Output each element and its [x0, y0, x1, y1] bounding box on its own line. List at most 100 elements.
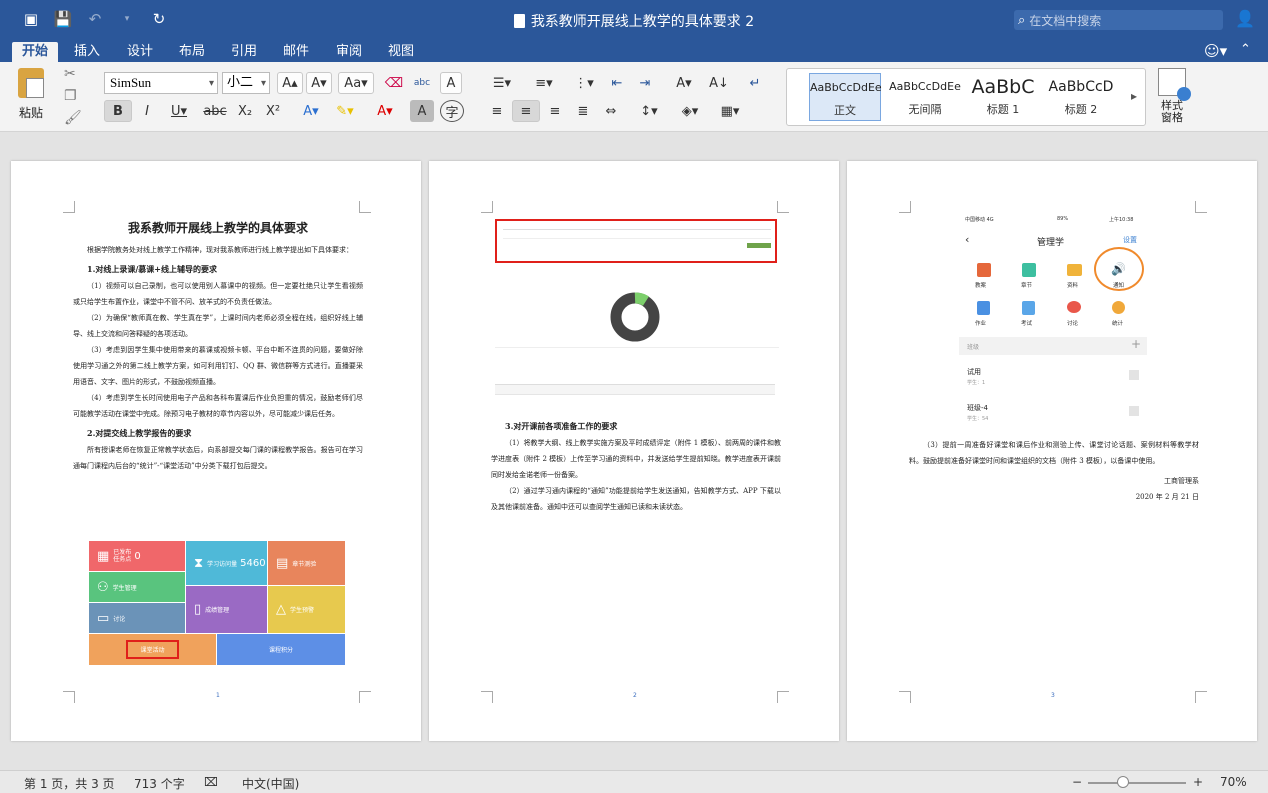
- decrease-indent-icon[interactable]: ⇤: [604, 72, 630, 94]
- style-normal[interactable]: AaBbCcDdEe 正文: [809, 73, 882, 121]
- underline-button[interactable]: U▾: [162, 100, 196, 122]
- zoom-out-icon[interactable]: −: [1072, 775, 1082, 789]
- multilevel-list-icon[interactable]: ⋮▾: [566, 72, 602, 94]
- paragraph: （3）提前一周准备好课堂和课后作业和测验上传、课堂讨论话题、案例材料等教学材料。…: [909, 441, 1199, 465]
- user-add-icon: ⚇: [97, 579, 109, 595]
- justify-icon[interactable]: ≣: [570, 100, 596, 122]
- language[interactable]: 中文(中国): [242, 775, 299, 792]
- zoom-slider[interactable]: [1088, 782, 1186, 784]
- highlight-icon[interactable]: ✎▾: [328, 100, 362, 122]
- sort-icon[interactable]: A↓: [704, 72, 734, 94]
- italic-button[interactable]: I: [134, 100, 160, 122]
- proofing-icon[interactable]: ⌧: [204, 775, 218, 789]
- bold-button[interactable]: B: [104, 100, 132, 122]
- page-2[interactable]: 3.对开课前各项准备工作的要求 （1）将教学大纲、线上教学实施方案及平时成绩评定…: [429, 161, 839, 741]
- style-sample: AaBbCcDdEe: [810, 81, 882, 94]
- tab-mailings[interactable]: 邮件: [273, 42, 319, 62]
- search-input[interactable]: ⌕ 在文档中搜索: [1014, 10, 1223, 30]
- tab-design[interactable]: 设计: [117, 42, 163, 62]
- search-placeholder: 在文档中搜索: [1029, 13, 1102, 28]
- cut-icon[interactable]: ✂: [64, 66, 82, 82]
- tile-value: 5460: [240, 557, 266, 569]
- enclose-character-icon[interactable]: 字: [440, 100, 464, 122]
- font-color-icon[interactable]: A▾: [368, 100, 402, 122]
- phonetic-guide-icon[interactable]: abc: [410, 72, 434, 94]
- character-shading-icon[interactable]: A: [410, 100, 434, 122]
- zoom-in-icon[interactable]: +: [1193, 775, 1203, 789]
- crop-mark: [359, 691, 371, 703]
- folder-icon: [1067, 264, 1082, 276]
- tab-review[interactable]: 审阅: [326, 42, 372, 62]
- style-heading-1[interactable]: AaBbC 标题 1: [967, 73, 1039, 121]
- font-size-select[interactable]: 小二: [222, 72, 270, 94]
- borders-icon[interactable]: ▦▾: [712, 100, 748, 122]
- zoom-slider-thumb[interactable]: [1117, 776, 1129, 788]
- grid-label: 讨论: [1067, 321, 1079, 327]
- copy-icon[interactable]: ❐: [64, 88, 82, 104]
- shrink-font-icon[interactable]: A▾: [306, 72, 332, 94]
- style-name: 无间隔: [908, 103, 942, 116]
- align-left-icon[interactable]: ≡: [484, 100, 510, 122]
- feedback-smile-icon[interactable]: ☺▾: [1204, 42, 1227, 60]
- bullets-icon[interactable]: ☰▾: [482, 72, 522, 94]
- page-1[interactable]: 我系教师开展线上教学的具体要求 根据学院教务处对线上教学工作精神，现对我系教师进…: [11, 161, 421, 741]
- text-effects-icon[interactable]: A▾: [296, 100, 326, 122]
- share-user-icon[interactable]: 👤: [1235, 9, 1255, 28]
- word-count[interactable]: 713 个字: [134, 775, 185, 792]
- styles-more-icon[interactable]: ▸: [1131, 89, 1137, 103]
- shading-icon[interactable]: ◈▾: [672, 100, 708, 122]
- strikethrough-button[interactable]: abc: [200, 100, 230, 122]
- collapse-ribbon-icon[interactable]: ⌃: [1240, 42, 1251, 57]
- tile-discussion: ▭ 讨论: [89, 603, 185, 633]
- paragraph: （1）视频可以自己录制，也可以使用别人慕课中的视频。但一定要杜绝只让学生看视频或…: [73, 282, 363, 306]
- tile-label: 已发布: [113, 549, 132, 556]
- tab-home[interactable]: 开始: [12, 42, 59, 62]
- clipboard-icon: ▯: [194, 602, 202, 617]
- change-case-icon[interactable]: Aa▾: [338, 72, 374, 94]
- paste-button[interactable]: 粘贴: [14, 68, 48, 124]
- grid-label: 统计: [1112, 321, 1124, 327]
- zoom-level[interactable]: 70%: [1220, 775, 1247, 789]
- crop-mark: [899, 201, 911, 213]
- style-heading-2[interactable]: AaBbCcD 标题 2: [1045, 73, 1117, 121]
- grid-label: 考试: [1021, 321, 1033, 327]
- style-no-spacing[interactable]: AaBbCcDdEe 无间隔: [889, 73, 961, 121]
- font-name-select[interactable]: SimSun: [104, 72, 218, 94]
- add-icon: +: [1131, 337, 1142, 351]
- styles-pane-button[interactable]: 样式 窗格: [1152, 68, 1192, 124]
- tile-label: 讨论: [113, 615, 126, 623]
- page-count[interactable]: 第 1 页，共 3 页: [24, 775, 115, 792]
- chapter-icon: [1022, 263, 1036, 277]
- tab-view[interactable]: 视图: [378, 42, 424, 62]
- clear-format-icon[interactable]: ⌫: [382, 72, 406, 94]
- align-right-icon[interactable]: ≡: [542, 100, 568, 122]
- align-center-icon[interactable]: ≡: [512, 100, 540, 122]
- asian-layout-icon[interactable]: A▾: [666, 72, 702, 94]
- style-name: 正文: [834, 104, 856, 117]
- superscript-button[interactable]: X²: [260, 100, 286, 122]
- page-3[interactable]: 中国移动 4G 89% 上午10:38 ‹ 管理学 设置 教案 章节 资料 🔊 …: [847, 161, 1257, 741]
- grow-font-icon[interactable]: A▴: [277, 72, 303, 94]
- tab-references[interactable]: 引用: [221, 42, 267, 62]
- crop-mark: [899, 691, 911, 703]
- show-marks-icon[interactable]: ↵: [742, 72, 768, 94]
- style-sample: AaBbCcDdEe: [889, 80, 961, 93]
- line-spacing-icon[interactable]: ↕▾: [632, 100, 666, 122]
- document-title-text: 我系教师开展线上教学的具体要求 2: [530, 14, 755, 30]
- crop-mark: [1195, 691, 1207, 703]
- style-name: 标题 2: [1064, 103, 1098, 116]
- crop-mark: [481, 201, 493, 213]
- numbering-icon[interactable]: ≡▾: [524, 72, 564, 94]
- format-painter-icon[interactable]: 🖌: [64, 110, 82, 126]
- tab-layout[interactable]: 布局: [169, 42, 215, 62]
- character-border-icon[interactable]: A: [440, 72, 462, 94]
- tab-insert[interactable]: 插入: [64, 42, 110, 62]
- distributed-icon[interactable]: ⇔: [598, 100, 624, 122]
- increase-indent-icon[interactable]: ⇥: [632, 72, 658, 94]
- paragraph: 根据学院教务处对线上教学工作精神，现对我系教师进行线上教学提出如下具体要求：: [87, 246, 353, 254]
- subscript-button[interactable]: X₂: [232, 100, 258, 122]
- phone-battery: 89%: [1057, 216, 1069, 222]
- class-name: 试用: [967, 368, 981, 376]
- crop-mark: [63, 201, 75, 213]
- tile-label: 学习访问量: [207, 560, 238, 568]
